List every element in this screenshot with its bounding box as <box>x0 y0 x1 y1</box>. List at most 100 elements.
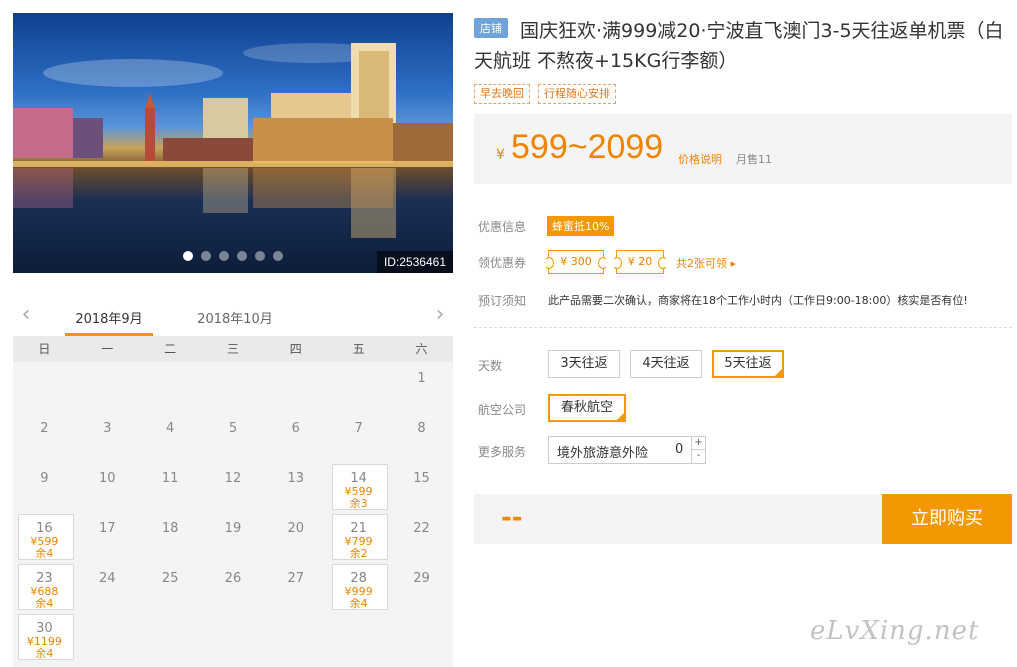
coupon-20[interactable]: ¥ 20 <box>612 250 668 274</box>
calendar-day-number: 20 <box>287 521 305 536</box>
carousel-dots <box>183 251 283 261</box>
buy-now-button[interactable]: 立即购买 <box>882 494 1012 544</box>
calendar-day: 9 <box>13 462 76 512</box>
calendar-day: 2 <box>13 412 76 462</box>
product-tag: 早去晚回 <box>474 84 530 104</box>
calendar-day: 18 <box>139 512 202 562</box>
calendar-day-available[interactable]: 16 ¥599 余4 <box>13 512 76 562</box>
calendar-blank <box>264 362 327 412</box>
calendar-day-number: 8 <box>417 421 426 436</box>
booking-notice-text: 此产品需要二次确认，商家将在18个工作小时内（工作日9:00-18:00）核实是… <box>548 294 968 307</box>
calendar-day-number: 30 <box>36 621 53 636</box>
calendar-blank <box>76 362 139 412</box>
calendar-day: 8 <box>390 412 453 462</box>
calendar-day: 5 <box>202 412 265 462</box>
insurance-quantity[interactable]: 0 <box>675 442 683 457</box>
option-4-days[interactable]: 4天往返 <box>630 350 702 378</box>
weekday-label: 三 <box>226 342 239 356</box>
coupon-300[interactable]: ¥ 300 <box>544 250 608 274</box>
calendar-grid: 1 2 3 4 5 6 7 8 9 10 11 12 13 14 ¥599 余3 15 16 ¥599 余4 17 18 1… <box>13 362 453 667</box>
calendar-day-number: 15 <box>413 471 430 486</box>
monthly-sales: 月售11 <box>736 153 772 166</box>
calendar-day-number: 29 <box>413 571 430 586</box>
calendar-day: 29 <box>390 562 453 612</box>
calendar-day: 19 <box>202 512 265 562</box>
carousel-dot[interactable] <box>201 251 211 261</box>
calendar-blank <box>13 362 76 412</box>
calendar-day: 27 <box>264 562 327 612</box>
weekday-label: 六 <box>415 342 428 356</box>
calendar-blank <box>202 362 265 412</box>
carousel-dot[interactable] <box>273 251 283 261</box>
calendar-day-number: 19 <box>224 521 242 536</box>
product-photo[interactable]: ID:2536461 <box>13 13 453 273</box>
calendar-blank <box>327 362 390 412</box>
weekday-label: 五 <box>352 342 365 356</box>
price-range: 599~2099 <box>511 128 664 166</box>
calendar-header: ‹ 2018年9月 2018年10月 › <box>13 300 453 336</box>
calendar-day: 26 <box>202 562 265 612</box>
weekday-label: 二 <box>164 342 177 356</box>
calendar-day-number: 22 <box>413 521 430 536</box>
calendar-day-number: 5 <box>228 421 238 436</box>
calendar-day-number: 25 <box>161 571 179 586</box>
calendar-day-number: 14 <box>350 471 367 486</box>
calendar-day-available[interactable]: 28 ¥999 余4 <box>327 562 390 612</box>
chevron-right-icon[interactable]: › <box>430 304 450 326</box>
carousel-dot[interactable] <box>219 251 229 261</box>
carousel-dot[interactable] <box>183 251 193 261</box>
currency-symbol: ¥ <box>496 147 505 163</box>
claim-coupons-link[interactable]: 共2张可领 ▸ <box>676 255 736 271</box>
calendar-day-number: 28 <box>350 571 367 586</box>
weekday-label: 一 <box>101 342 114 356</box>
product-tag: 行程随心安排 <box>538 84 616 104</box>
calendar-day: 13 <box>264 462 327 512</box>
calendar-day: 20 <box>264 512 327 562</box>
calendar-day-available[interactable]: 30 ¥1199 余4 <box>13 612 76 662</box>
purchase-bar: -- 立即购买 <box>474 494 1012 544</box>
calendar-day-number: 21 <box>350 521 367 536</box>
airline-label: 航空公司 <box>478 403 527 417</box>
option-5-days[interactable]: 5天往返 <box>712 350 784 378</box>
calendar-weekdays: 日 一 二 三 四 五 六 <box>13 336 453 362</box>
chevron-left-icon[interactable]: ‹ <box>16 304 36 326</box>
quantity-stepper: + - <box>691 437 705 463</box>
insurance-service-stepper: 境外旅游意外险 0 + - <box>548 436 706 464</box>
product-tags: 早去晚回 行程随心安排 <box>474 84 616 104</box>
weekday-label: 日 <box>38 342 51 356</box>
calendar-day-available[interactable]: 14 ¥599 余3 <box>327 462 390 512</box>
calendar-day: 17 <box>76 512 139 562</box>
plus-icon[interactable]: + <box>692 437 705 450</box>
calendar-day: 22 <box>390 512 453 562</box>
calendar-day-number: 23 <box>36 571 53 586</box>
calendar-day-stock: 余2 <box>349 547 368 560</box>
calendar-day: 7 <box>327 412 390 462</box>
tab-month-september[interactable]: 2018年9月 <box>65 308 153 336</box>
price-explanation-link[interactable]: 价格说明 <box>678 151 722 167</box>
option-3-days[interactable]: 3天往返 <box>548 350 620 378</box>
shop-badge[interactable]: 店铺 <box>474 18 508 38</box>
carousel-dot[interactable] <box>237 251 247 261</box>
calendar-day-stock: 余4 <box>349 597 368 610</box>
calendar-day-number: 16 <box>36 521 53 536</box>
calendar-day-number: 6 <box>291 421 300 436</box>
calendar-day-number: 17 <box>98 521 116 536</box>
calendar-day-number: 12 <box>224 471 242 486</box>
carousel-dot[interactable] <box>255 251 265 261</box>
calendar-day: 1 <box>390 362 453 412</box>
tab-month-october[interactable]: 2018年10月 <box>191 308 279 336</box>
calendar-day-number: 26 <box>224 571 242 586</box>
calendar-day-number: 10 <box>98 471 116 486</box>
minus-icon[interactable]: - <box>692 450 705 463</box>
calendar-day-available[interactable]: 21 ¥799 余2 <box>327 512 390 562</box>
calendar-day-stock: 余4 <box>35 547 54 560</box>
calendar-day-stock: 余4 <box>35 647 54 660</box>
calendar-day-number: 3 <box>103 421 112 436</box>
calendar-day-number: 4 <box>165 421 175 436</box>
calendar-blank <box>139 362 202 412</box>
calendar-day-number: 9 <box>40 471 49 486</box>
calendar-day-available[interactable]: 23 ¥688 余4 <box>13 562 76 612</box>
calendar-day-number: 13 <box>287 471 305 486</box>
product-title: 国庆狂欢·满999减20·宁波直飞澳门3-5天往返单机票（白天航班 不熬夜+15… <box>474 20 1004 72</box>
option-airline[interactable]: 春秋航空 <box>548 394 626 422</box>
